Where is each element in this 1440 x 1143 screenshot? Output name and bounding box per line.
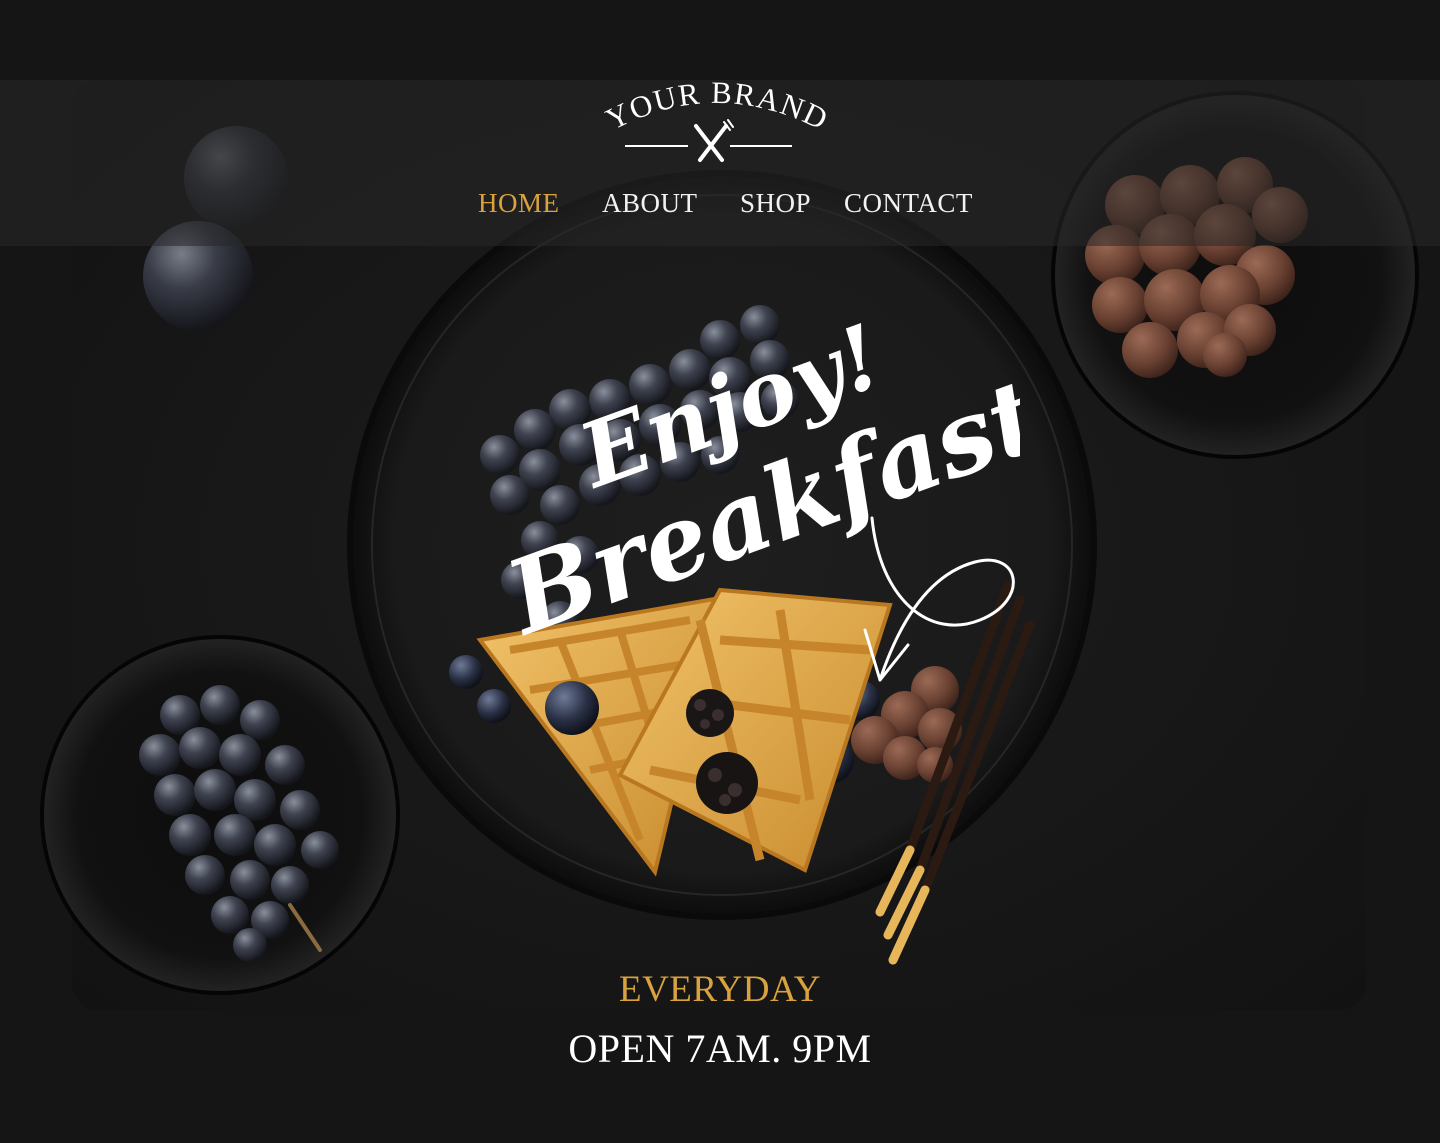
- hero-background: YOUR BRAND HOME ABOUT SHOP CONTACT Enjoy…: [0, 0, 1440, 1143]
- nav-item-contact[interactable]: CONTACT: [844, 188, 973, 219]
- brand-name: YOUR BRAND: [600, 78, 834, 137]
- tagline: EVERYDAY: [618, 969, 822, 1010]
- nav-item-shop[interactable]: SHOP: [740, 188, 811, 219]
- hero-headline: Enjoy! Breakfast: [490, 304, 1020, 682]
- curved-arrow-icon: [870, 516, 1015, 682]
- main-nav: HOME ABOUT SHOP CONTACT: [0, 188, 1440, 228]
- fork-knife-icon: [694, 119, 734, 162]
- brand-logo[interactable]: YOUR BRAND: [580, 78, 850, 168]
- opening-hours: OPEN 7AM. 9PM: [568, 1026, 872, 1071]
- nav-item-about[interactable]: ABOUT: [602, 188, 698, 219]
- nav-item-home[interactable]: HOME: [478, 188, 560, 219]
